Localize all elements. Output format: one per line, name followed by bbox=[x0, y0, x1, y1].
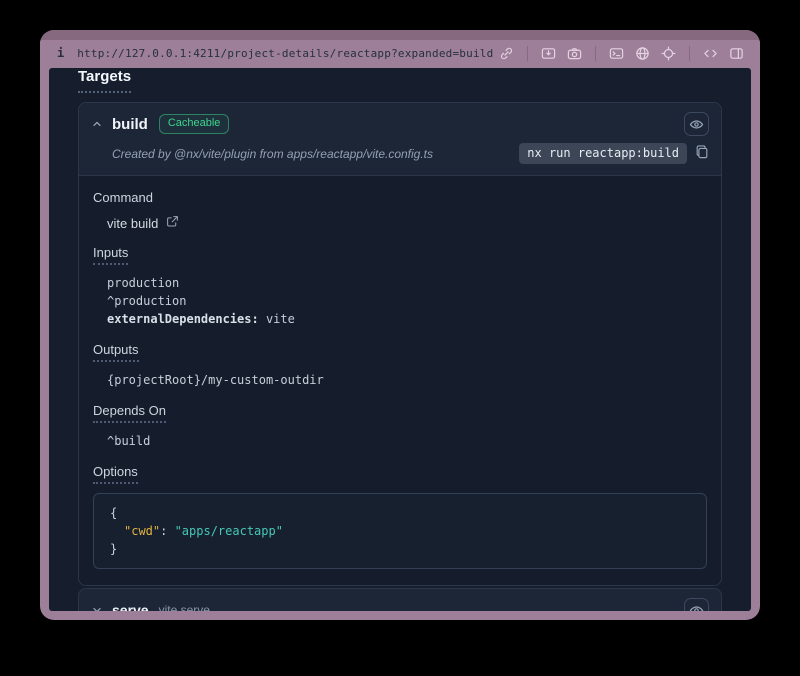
toolbar-divider bbox=[595, 46, 596, 61]
outputs-heading: Outputs bbox=[93, 342, 139, 362]
depends-on-heading: Depends On bbox=[93, 403, 166, 423]
chevron-down-icon[interactable] bbox=[91, 604, 103, 611]
screenshot-icon[interactable] bbox=[541, 46, 556, 61]
page-title: Targets bbox=[78, 68, 131, 93]
input-item: externalDependencies: vite bbox=[107, 310, 707, 328]
external-link-icon[interactable] bbox=[166, 215, 179, 231]
json-close-brace: } bbox=[110, 540, 690, 558]
cacheable-badge: Cacheable bbox=[159, 114, 230, 134]
target-name: build bbox=[112, 116, 148, 133]
address-bar[interactable]: i http://127.0.0.1:4211/project-details/… bbox=[40, 40, 760, 68]
terminal-icon[interactable] bbox=[609, 46, 624, 61]
link-icon[interactable] bbox=[499, 46, 514, 61]
code-icon[interactable] bbox=[703, 46, 718, 61]
input-item: ^production bbox=[107, 292, 707, 310]
url-text[interactable]: http://127.0.0.1:4211/project-details/re… bbox=[77, 47, 493, 60]
panel-icon[interactable] bbox=[729, 46, 744, 61]
run-command-chip: nx run reactapp:build bbox=[519, 143, 687, 164]
command-heading: Command bbox=[93, 190, 153, 206]
project-details-page: Targets build Cacheable Created by @nx/v… bbox=[49, 68, 751, 611]
serve-target-card[interactable]: serve vite serve bbox=[78, 588, 722, 611]
build-target-header[interactable]: build Cacheable Created by @nx/vite/plug… bbox=[79, 103, 721, 175]
depends-on-item: ^build bbox=[107, 432, 707, 450]
view-graph-button[interactable] bbox=[684, 112, 709, 136]
json-open-brace: { bbox=[110, 504, 690, 522]
build-target-card: build Cacheable Created by @nx/vite/plug… bbox=[78, 102, 722, 586]
camera-icon[interactable] bbox=[567, 46, 582, 61]
browser-window: i http://127.0.0.1:4211/project-details/… bbox=[40, 30, 760, 620]
created-by-text: Created by @nx/vite/plugin from apps/rea… bbox=[112, 147, 433, 161]
inputs-heading: Inputs bbox=[93, 245, 128, 265]
copy-icon[interactable] bbox=[695, 144, 709, 164]
target-name: serve bbox=[112, 602, 149, 611]
toolbar-icons bbox=[499, 46, 744, 61]
options-heading: Options bbox=[93, 464, 138, 484]
info-icon[interactable]: i bbox=[57, 46, 64, 60]
target-icon[interactable] bbox=[661, 46, 676, 61]
options-json-block: { "cwd": "apps/reactapp" } bbox=[93, 493, 707, 569]
target-subtitle: vite serve bbox=[159, 603, 210, 611]
chevron-up-icon[interactable] bbox=[91, 118, 103, 130]
command-text: vite build bbox=[107, 216, 158, 231]
input-item: production bbox=[107, 274, 707, 292]
build-target-details: Command vite build Inputs production ^pr… bbox=[79, 175, 721, 585]
toolbar-divider bbox=[527, 46, 528, 61]
json-cwd-line: "cwd": "apps/reactapp" bbox=[110, 522, 690, 540]
window-title-strip bbox=[40, 30, 760, 40]
toolbar-divider bbox=[689, 46, 690, 61]
output-item: {projectRoot}/my-custom-outdir bbox=[107, 371, 707, 389]
globe-icon[interactable] bbox=[635, 46, 650, 61]
view-graph-button[interactable] bbox=[684, 598, 709, 611]
